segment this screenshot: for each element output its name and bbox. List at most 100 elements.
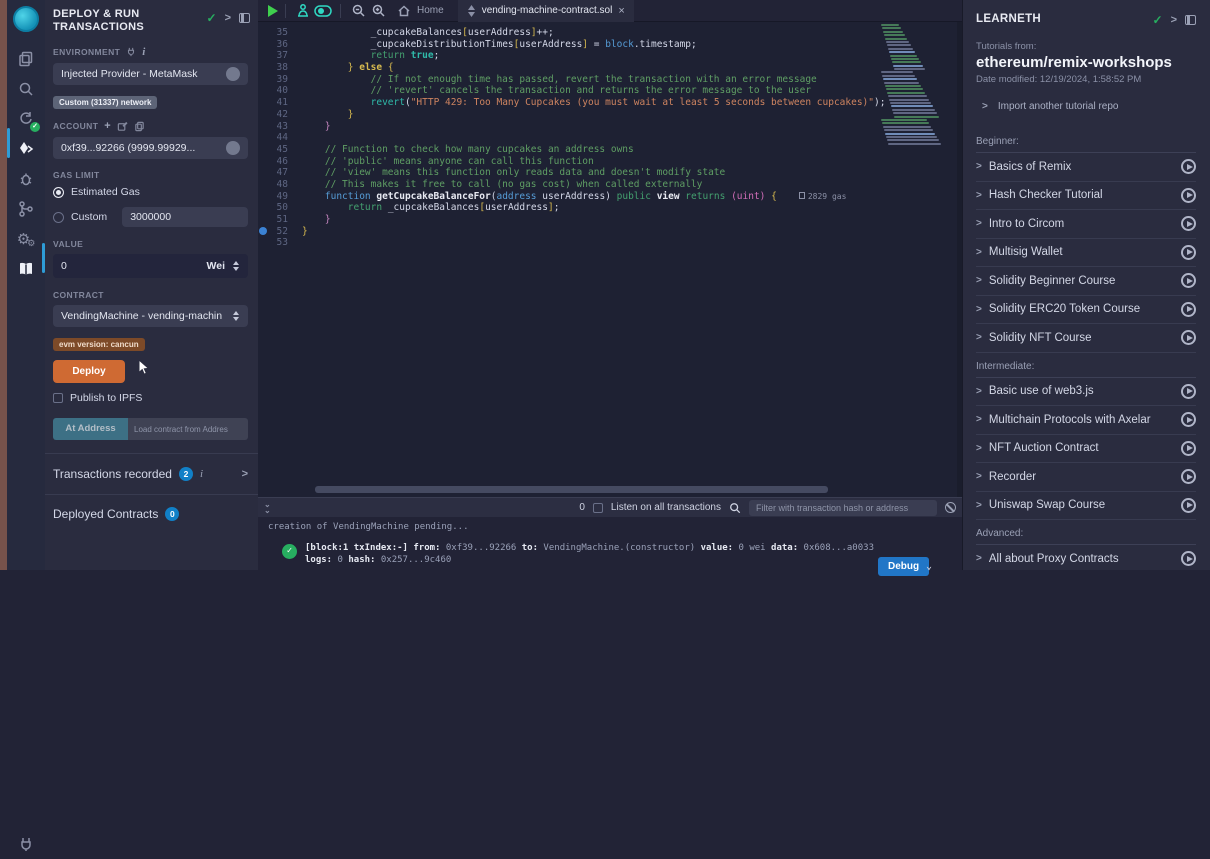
tutorial-item[interactable]: >Basics of Remix: [976, 153, 1196, 182]
tutorial-play-icon[interactable]: [1181, 469, 1196, 484]
file-tab[interactable]: vending-machine-contract.sol ×: [458, 0, 634, 22]
environment-select[interactable]: Injected Provider - MetaMask: [53, 63, 248, 85]
tutorial-expand-icon[interactable]: >: [976, 386, 982, 397]
tutorial-play-icon[interactable]: [1181, 245, 1196, 260]
code-line[interactable]: 53: [258, 237, 878, 249]
tutorial-expand-icon[interactable]: >: [976, 471, 982, 482]
plug-icon[interactable]: [126, 47, 136, 57]
tutorial-play-icon[interactable]: [1181, 159, 1196, 174]
tutorial-item[interactable]: >Solidity Beginner Course: [976, 267, 1196, 296]
tutorial-expand-icon[interactable]: >: [976, 443, 982, 454]
git-branch-icon[interactable]: [7, 194, 45, 224]
code-line[interactable]: 35 _cupcakeBalances[userAddress]++;: [258, 27, 878, 39]
tutorial-play-icon[interactable]: [1181, 273, 1196, 288]
estimated-gas-radio[interactable]: [53, 187, 64, 198]
panel-pin-icon[interactable]: [239, 13, 250, 23]
tutorial-expand-icon[interactable]: >: [976, 275, 982, 286]
tutorial-play-icon[interactable]: [1181, 441, 1196, 456]
code-line[interactable]: 51 }: [258, 214, 878, 226]
debug-button[interactable]: Debug: [878, 557, 929, 576]
tutorial-play-icon[interactable]: [1181, 412, 1196, 427]
environment-options-icon[interactable]: [226, 67, 240, 81]
tutorial-expand-icon[interactable]: >: [976, 414, 982, 425]
settings-gear-icon[interactable]: ⚙⚙: [7, 224, 45, 254]
panel-collapse-icon[interactable]: >: [225, 12, 231, 24]
at-address-button[interactable]: At Address: [53, 418, 128, 440]
zoom-out-icon[interactable]: [348, 0, 368, 22]
run-script-icon[interactable]: [268, 5, 278, 17]
code-line[interactable]: 41 revert("HTTP 429: Too Many Cupcakes (…: [258, 97, 878, 109]
horizontal-scrollbar[interactable]: [315, 486, 828, 493]
tutorial-expand-icon[interactable]: >: [976, 553, 982, 564]
code-line[interactable]: 45 // Function to check how many cupcake…: [258, 144, 878, 156]
walkthrough-person-icon[interactable]: [293, 0, 313, 22]
code-line[interactable]: 52}: [258, 226, 878, 238]
code-editor[interactable]: 35 _cupcakeBalances[userAddress]++;36 _c…: [258, 22, 962, 497]
plugin-manager-icon[interactable]: [7, 829, 45, 859]
transactions-recorded-row[interactable]: Transactions recorded 2 i >: [45, 454, 258, 494]
tutorial-item[interactable]: >All about Proxy Contracts: [976, 545, 1196, 570]
editor-minimap[interactable]: [879, 24, 957, 324]
deploy-run-icon[interactable]: [7, 134, 45, 164]
code-line[interactable]: 50 return _cupcakeBalances[userAddress];: [258, 202, 878, 214]
account-copy-icon[interactable]: [134, 121, 145, 132]
code-line[interactable]: 38 } else {: [258, 62, 878, 74]
tutorial-item[interactable]: >Multisig Wallet: [976, 239, 1196, 268]
account-select[interactable]: 0xf39...92266 (9999.99929...: [53, 137, 248, 159]
code-line[interactable]: 47 // 'view' means this function only re…: [258, 167, 878, 179]
tutorial-expand-icon[interactable]: >: [976, 304, 982, 315]
learneth-book-icon[interactable]: [7, 254, 45, 284]
tutorial-expand-icon[interactable]: >: [976, 500, 982, 511]
transactions-expand-icon[interactable]: >: [242, 468, 248, 480]
tx-expand-icon[interactable]: ⌄: [926, 561, 932, 572]
tab-close-icon[interactable]: ×: [618, 5, 624, 17]
transactions-info-icon[interactable]: i: [200, 468, 203, 480]
tutorial-expand-icon[interactable]: >: [976, 332, 982, 343]
tutorial-item[interactable]: >Multichain Protocols with Axelar: [976, 406, 1196, 435]
search-icon[interactable]: [7, 74, 45, 104]
debugger-icon[interactable]: [7, 164, 45, 194]
zoom-in-icon[interactable]: [368, 0, 388, 22]
tutorial-item[interactable]: >Hash Checker Tutorial: [976, 182, 1196, 211]
listen-all-checkbox[interactable]: [593, 503, 603, 513]
remix-logo-icon[interactable]: [7, 0, 45, 38]
home-tab-label[interactable]: Home: [417, 5, 444, 16]
import-tutorial-repo-link[interactable]: > Import another tutorial repo: [976, 101, 1196, 112]
tutorial-item[interactable]: >Solidity NFT Course: [976, 324, 1196, 353]
code-line[interactable]: 37 return true;: [258, 50, 878, 62]
code-line[interactable]: 39 // If not enough time has passed, rev…: [258, 74, 878, 86]
environment-info-icon[interactable]: i: [142, 46, 145, 58]
code-line[interactable]: 46 // 'public' means anyone can call thi…: [258, 156, 878, 168]
tutorial-expand-icon[interactable]: >: [976, 247, 982, 258]
tutorial-expand-icon[interactable]: >: [976, 190, 982, 201]
code-line[interactable]: 48 // This makes it free to call (no gas…: [258, 179, 878, 191]
deploy-button[interactable]: Deploy: [53, 360, 125, 383]
tutorial-item[interactable]: >Intro to Circom: [976, 210, 1196, 239]
preview-toggle-icon[interactable]: [313, 0, 333, 22]
publish-ipfs-checkbox[interactable]: [53, 393, 63, 403]
tutorial-play-icon[interactable]: [1181, 384, 1196, 399]
value-unit-select[interactable]: Wei: [207, 260, 225, 272]
tutorial-play-icon[interactable]: [1181, 188, 1196, 203]
tutorial-item[interactable]: >Solidity ERC20 Token Course: [976, 296, 1196, 325]
custom-gas-input[interactable]: 3000000: [122, 207, 248, 227]
home-icon[interactable]: [394, 0, 414, 22]
code-line[interactable]: 36 _cupcakeDistributionTimes[userAddress…: [258, 39, 878, 51]
value-unit-updown-icon[interactable]: [232, 261, 240, 271]
terminal-filter-input[interactable]: Filter with transaction hash or address: [749, 500, 937, 516]
transaction-log[interactable]: ✓ [block:1 txIndex:-] from: 0xf39...9226…: [282, 542, 882, 566]
account-add-icon[interactable]: +: [104, 120, 111, 132]
learneth-pin-icon[interactable]: [1185, 15, 1196, 25]
custom-gas-radio[interactable]: [53, 212, 64, 223]
clear-console-icon[interactable]: [945, 502, 956, 513]
terminal-collapse-icon[interactable]: ⌄⌄: [264, 502, 271, 514]
tutorial-item[interactable]: >NFT Auction Contract: [976, 435, 1196, 464]
terminal-output[interactable]: creation of VendingMachine pending... ✓ …: [258, 517, 962, 570]
value-input[interactable]: 0 Wei: [53, 254, 248, 278]
tutorial-play-icon[interactable]: [1181, 330, 1196, 345]
tutorial-play-icon[interactable]: [1181, 551, 1196, 566]
terminal-search-icon[interactable]: [729, 502, 741, 514]
account-options-icon[interactable]: [226, 141, 240, 155]
deployed-contracts-row[interactable]: Deployed Contracts 0: [45, 495, 258, 533]
tutorial-play-icon[interactable]: [1181, 302, 1196, 317]
